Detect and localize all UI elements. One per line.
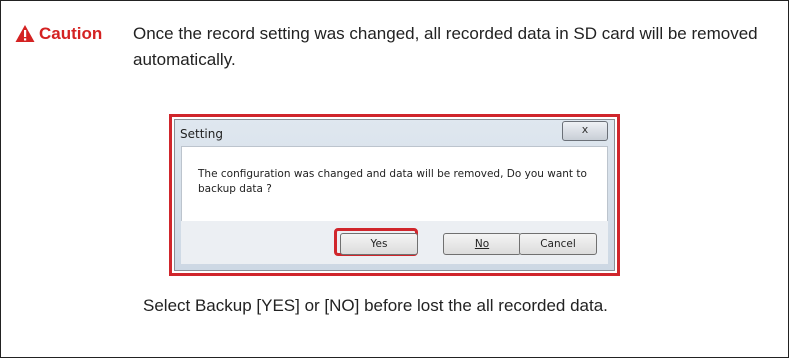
close-button[interactable]: x xyxy=(562,121,608,141)
cancel-button[interactable]: Cancel xyxy=(519,233,597,255)
caution-text: Once the record setting was changed, all… xyxy=(133,24,758,69)
dialog-titlebar: Setting x xyxy=(175,120,614,146)
setting-dialog: Setting x The configuration was changed … xyxy=(174,119,615,271)
dialog-screenshot-highlight: Setting x The configuration was changed … xyxy=(169,114,620,276)
warning-triangle-icon xyxy=(15,25,35,42)
dialog-title: Setting xyxy=(180,127,223,141)
dialog-footer: Yes No Cancel xyxy=(181,221,608,264)
dialog-message: The configuration was changed and data w… xyxy=(198,168,587,195)
manual-frame: Caution Once the record setting was chan… xyxy=(0,0,789,358)
no-button[interactable]: No xyxy=(443,233,521,255)
close-icon: x xyxy=(581,123,589,136)
yes-button[interactable]: Yes xyxy=(340,233,418,255)
caution-label: Caution xyxy=(39,24,103,43)
instruction-text: Select Backup [YES] or [NO] before lost … xyxy=(143,296,608,315)
no-button-label: No xyxy=(474,238,490,250)
dialog-body: The configuration was changed and data w… xyxy=(181,146,608,222)
